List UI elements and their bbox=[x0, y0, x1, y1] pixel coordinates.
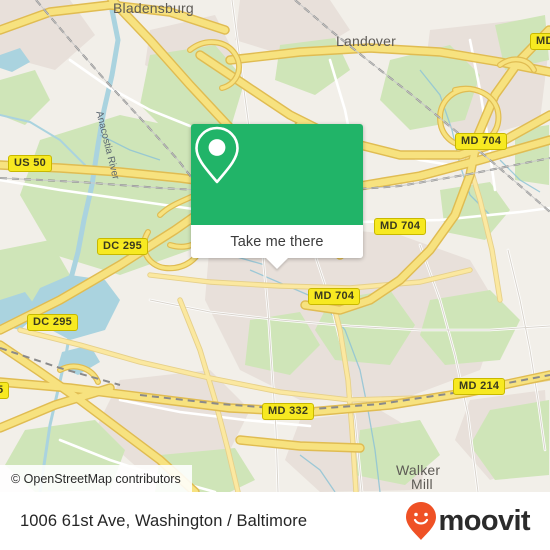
road-shield-us-50: US 50 bbox=[8, 155, 53, 172]
road-shield-md-332: MD 332 bbox=[262, 403, 315, 420]
footer-bar: 1006 61st Ave, Washington / Baltimore mo… bbox=[0, 492, 550, 550]
location-popup-card[interactable]: Take me there bbox=[191, 124, 363, 269]
road-shield-md-704-a: MD 704 bbox=[455, 133, 508, 150]
map-attribution[interactable]: © OpenStreetMap contributors bbox=[0, 465, 192, 492]
moovit-wordmark: moovit bbox=[438, 504, 531, 537]
attribution-text: © OpenStreetMap contributors bbox=[11, 471, 181, 486]
map-canvas[interactable]: Bladensburg Landover Walker Mill Anacost… bbox=[0, 0, 550, 492]
road-shield-md-clipped: MD bbox=[530, 33, 550, 50]
road-shield-5-clipped: 5 bbox=[0, 382, 10, 399]
road-shield-md-704-c: MD 704 bbox=[308, 288, 361, 305]
road-shield-md-704-b: MD 704 bbox=[374, 218, 427, 235]
road-shield-md-214: MD 214 bbox=[453, 378, 506, 395]
take-me-there-label: Take me there bbox=[230, 233, 324, 250]
screenshot-root: Bladensburg Landover Walker Mill Anacost… bbox=[0, 0, 550, 550]
moovit-logo[interactable]: moovit bbox=[405, 501, 531, 541]
popup-icon-area bbox=[191, 124, 363, 225]
take-me-there-button[interactable]: Take me there bbox=[191, 225, 363, 258]
road-shield-dc-295-a: DC 295 bbox=[97, 238, 149, 255]
address-label: 1006 61st Ave, Washington / Baltimore bbox=[20, 511, 308, 530]
road-shield-dc-295-b: DC 295 bbox=[27, 314, 79, 331]
popup-pointer bbox=[266, 258, 288, 269]
map-pin-icon bbox=[195, 126, 239, 184]
moovit-pin-icon bbox=[405, 502, 436, 540]
